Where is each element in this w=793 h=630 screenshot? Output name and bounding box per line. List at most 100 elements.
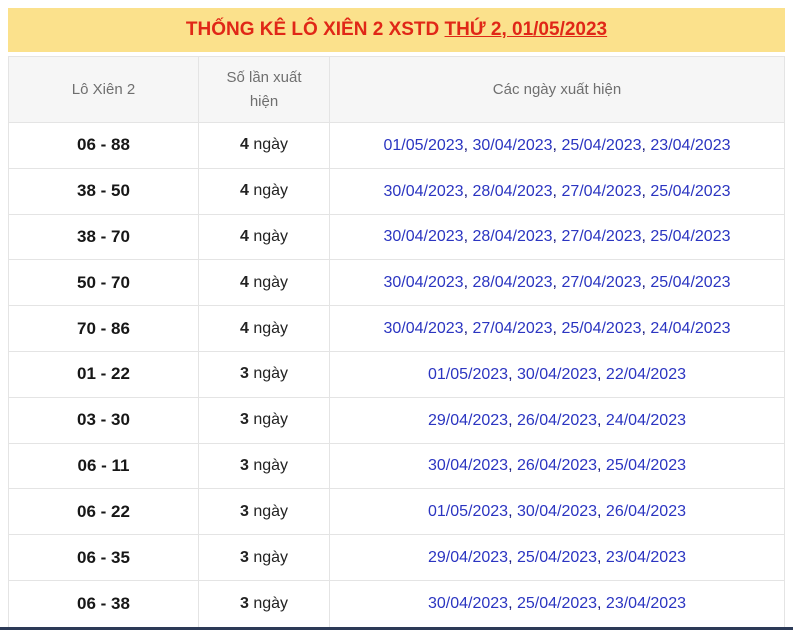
count-cell: 4 ngày (198, 215, 329, 260)
title-banner: THỐNG KÊ LÔ XIÊN 2 XSTD THỨ 2, 01/05/202… (8, 8, 785, 52)
page-title-date-link[interactable]: THỨ 2, 01/05/2023 (445, 19, 608, 40)
date-link[interactable]: 30/04/2023 (472, 137, 552, 154)
dates-list: 30/04/2023, 28/04/2023, 27/04/2023, 25/0… (384, 182, 731, 201)
date-link[interactable]: 25/04/2023 (517, 549, 597, 566)
date-link[interactable]: 27/04/2023 (561, 274, 641, 291)
count-cell: 4 ngày (198, 306, 329, 351)
date-link[interactable]: 26/04/2023 (606, 503, 686, 520)
date-link[interactable]: 28/04/2023 (472, 274, 552, 291)
date-link[interactable]: 28/04/2023 (472, 183, 552, 200)
dates-list: 01/05/2023, 30/04/2023, 26/04/2023 (428, 502, 686, 521)
date-link[interactable]: 25/04/2023 (650, 228, 730, 245)
count-number: 4 (240, 320, 249, 337)
count-value: 3 ngày (240, 411, 288, 429)
count-unit: ngày (249, 182, 288, 199)
count-number: 4 (240, 136, 249, 153)
date-link[interactable]: 30/04/2023 (384, 320, 464, 337)
dates-cell: 30/04/2023, 26/04/2023, 25/04/2023 (329, 444, 784, 489)
date-link[interactable]: 30/04/2023 (428, 595, 508, 612)
count-value: 3 ngày (240, 549, 288, 567)
count-unit: ngày (249, 503, 288, 520)
pair-cell: 06 - 88 (9, 123, 198, 168)
dates-list: 29/04/2023, 26/04/2023, 24/04/2023 (428, 411, 686, 430)
date-link[interactable]: 30/04/2023 (517, 503, 597, 520)
date-link[interactable]: 01/05/2023 (428, 366, 508, 383)
date-link[interactable]: 24/04/2023 (606, 412, 686, 429)
table-row: 38 - 50 4 ngày 30/04/2023, 28/04/2023, 2… (9, 169, 784, 215)
date-link[interactable]: 01/05/2023 (428, 503, 508, 520)
date-separator: , (508, 549, 517, 566)
count-number: 3 (240, 549, 249, 566)
statistics-table: Lô Xiên 2 Số lần xuất hiện Các ngày xuất… (8, 56, 785, 628)
date-link[interactable]: 23/04/2023 (650, 137, 730, 154)
count-unit: ngày (249, 457, 288, 474)
count-value: 4 ngày (240, 228, 288, 246)
date-link[interactable]: 25/04/2023 (606, 457, 686, 474)
dates-list: 30/04/2023, 25/04/2023, 23/04/2023 (428, 594, 686, 613)
dates-cell: 29/04/2023, 26/04/2023, 24/04/2023 (329, 398, 784, 443)
pair-value: 06 - 22 (77, 502, 130, 522)
header-count-column: Số lần xuất hiện (198, 57, 329, 122)
date-link[interactable]: 22/04/2023 (606, 366, 686, 383)
count-cell: 3 ngày (198, 581, 329, 627)
dates-cell: 29/04/2023, 25/04/2023, 23/04/2023 (329, 535, 784, 580)
count-value: 3 ngày (240, 503, 288, 521)
pair-cell: 06 - 38 (9, 581, 198, 627)
count-cell: 4 ngày (198, 260, 329, 305)
count-value: 3 ngày (240, 365, 288, 383)
date-link[interactable]: 30/04/2023 (384, 228, 464, 245)
table-row: 50 - 70 4 ngày 30/04/2023, 28/04/2023, 2… (9, 260, 784, 306)
date-separator: , (508, 366, 517, 383)
count-unit: ngày (249, 549, 288, 566)
count-unit: ngày (249, 136, 288, 153)
pair-value: 06 - 88 (77, 135, 130, 155)
date-link[interactable]: 30/04/2023 (428, 457, 508, 474)
count-unit: ngày (249, 365, 288, 382)
date-link[interactable]: 24/04/2023 (650, 320, 730, 337)
dates-cell: 01/05/2023, 30/04/2023, 26/04/2023 (329, 489, 784, 534)
date-link[interactable]: 27/04/2023 (561, 228, 641, 245)
date-link[interactable]: 29/04/2023 (428, 549, 508, 566)
pair-value: 01 - 22 (77, 364, 130, 384)
date-link[interactable]: 25/04/2023 (650, 274, 730, 291)
date-link[interactable]: 23/04/2023 (606, 549, 686, 566)
date-link[interactable]: 25/04/2023 (650, 183, 730, 200)
date-separator: , (597, 503, 606, 520)
count-number: 3 (240, 457, 249, 474)
count-cell: 3 ngày (198, 535, 329, 580)
count-cell: 3 ngày (198, 352, 329, 397)
dates-list: 30/04/2023, 27/04/2023, 25/04/2023, 24/0… (384, 319, 731, 338)
pair-value: 06 - 11 (78, 456, 130, 476)
date-link[interactable]: 30/04/2023 (384, 183, 464, 200)
count-number: 3 (240, 595, 249, 612)
date-link[interactable]: 29/04/2023 (428, 412, 508, 429)
dates-cell: 30/04/2023, 28/04/2023, 27/04/2023, 25/0… (329, 169, 784, 214)
table-row: 70 - 86 4 ngày 30/04/2023, 27/04/2023, 2… (9, 306, 784, 352)
count-number: 4 (240, 274, 249, 291)
count-cell: 4 ngày (198, 169, 329, 214)
date-link[interactable]: 25/04/2023 (561, 320, 641, 337)
page: THỐNG KÊ LÔ XIÊN 2 XSTD THỨ 2, 01/05/202… (0, 0, 793, 630)
dates-cell: 30/04/2023, 28/04/2023, 27/04/2023, 25/0… (329, 260, 784, 305)
pair-cell: 06 - 22 (9, 489, 198, 534)
date-link[interactable]: 28/04/2023 (472, 228, 552, 245)
date-link[interactable]: 23/04/2023 (606, 595, 686, 612)
pair-cell: 01 - 22 (9, 352, 198, 397)
pair-cell: 38 - 70 (9, 215, 198, 260)
date-link[interactable]: 01/05/2023 (384, 137, 464, 154)
date-link[interactable]: 30/04/2023 (517, 366, 597, 383)
pair-value: 38 - 50 (77, 181, 130, 201)
dates-list: 30/04/2023, 26/04/2023, 25/04/2023 (428, 456, 686, 475)
date-link[interactable]: 27/04/2023 (472, 320, 552, 337)
date-link[interactable]: 26/04/2023 (517, 412, 597, 429)
pair-value: 50 - 70 (77, 273, 130, 293)
date-link[interactable]: 25/04/2023 (561, 137, 641, 154)
date-link[interactable]: 27/04/2023 (561, 183, 641, 200)
date-link[interactable]: 30/04/2023 (384, 274, 464, 291)
date-link[interactable]: 26/04/2023 (517, 457, 597, 474)
count-number: 3 (240, 411, 249, 428)
date-separator: , (597, 457, 606, 474)
date-link[interactable]: 25/04/2023 (517, 595, 597, 612)
date-separator: , (508, 503, 517, 520)
count-unit: ngày (249, 411, 288, 428)
